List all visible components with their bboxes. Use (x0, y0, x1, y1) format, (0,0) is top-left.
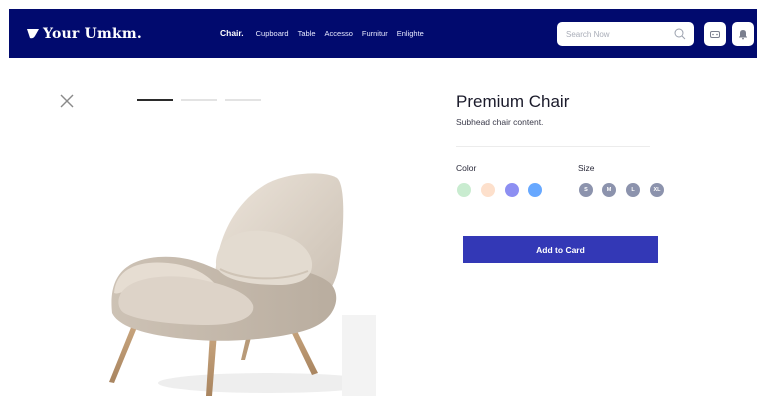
nav-item-furniture[interactable]: Furnitur (362, 29, 388, 38)
search-box (557, 22, 694, 46)
nav-item-cupboard[interactable]: Cupboard (256, 29, 289, 38)
bell-icon (739, 30, 747, 40)
size-option-l[interactable]: L (626, 183, 640, 197)
close-icon[interactable] (59, 93, 75, 109)
brand-name: Your Umkm. (43, 26, 142, 42)
slide-indicator[interactable] (225, 99, 261, 101)
nav-item-chair[interactable]: Chair. (220, 28, 244, 38)
color-swatch-peach[interactable] (481, 183, 495, 197)
product-subhead: Subhead chair content. (456, 117, 544, 127)
search-input[interactable] (566, 27, 666, 41)
cart-button[interactable] (704, 22, 726, 46)
nav-item-lighting[interactable]: Enlighte (397, 29, 424, 38)
product-image-chair (109, 173, 376, 396)
top-navbar: Your Umkm. Chair. Cupboard Table Accesso… (9, 9, 757, 58)
search-icon[interactable] (674, 28, 686, 40)
size-option-m[interactable]: M (602, 183, 616, 197)
nav-item-accessories[interactable]: Accesso (325, 29, 353, 38)
nav-item-table[interactable]: Table (298, 29, 316, 38)
color-label: Color (456, 163, 477, 173)
color-swatch-blue[interactable] (528, 183, 542, 197)
logo-mark-icon (27, 29, 39, 39)
slide-indicator[interactable] (181, 99, 217, 101)
notification-button[interactable] (732, 22, 754, 46)
brand-logo[interactable]: Your Umkm. (27, 25, 142, 43)
add-to-cart-button[interactable]: Add to Card (463, 236, 658, 263)
divider (456, 146, 650, 147)
color-swatch-mint[interactable] (457, 183, 471, 197)
size-label: Size (578, 163, 595, 173)
size-option-xl[interactable]: XL (650, 183, 664, 197)
size-option-s[interactable]: S (579, 183, 593, 197)
color-swatch-purple[interactable] (505, 183, 519, 197)
slide-indicator-active[interactable] (137, 99, 173, 101)
cart-icon (710, 31, 720, 38)
main-nav: Chair. Cupboard Table Accesso Furnitur E… (220, 28, 433, 38)
product-title: Premium Chair (456, 92, 570, 111)
